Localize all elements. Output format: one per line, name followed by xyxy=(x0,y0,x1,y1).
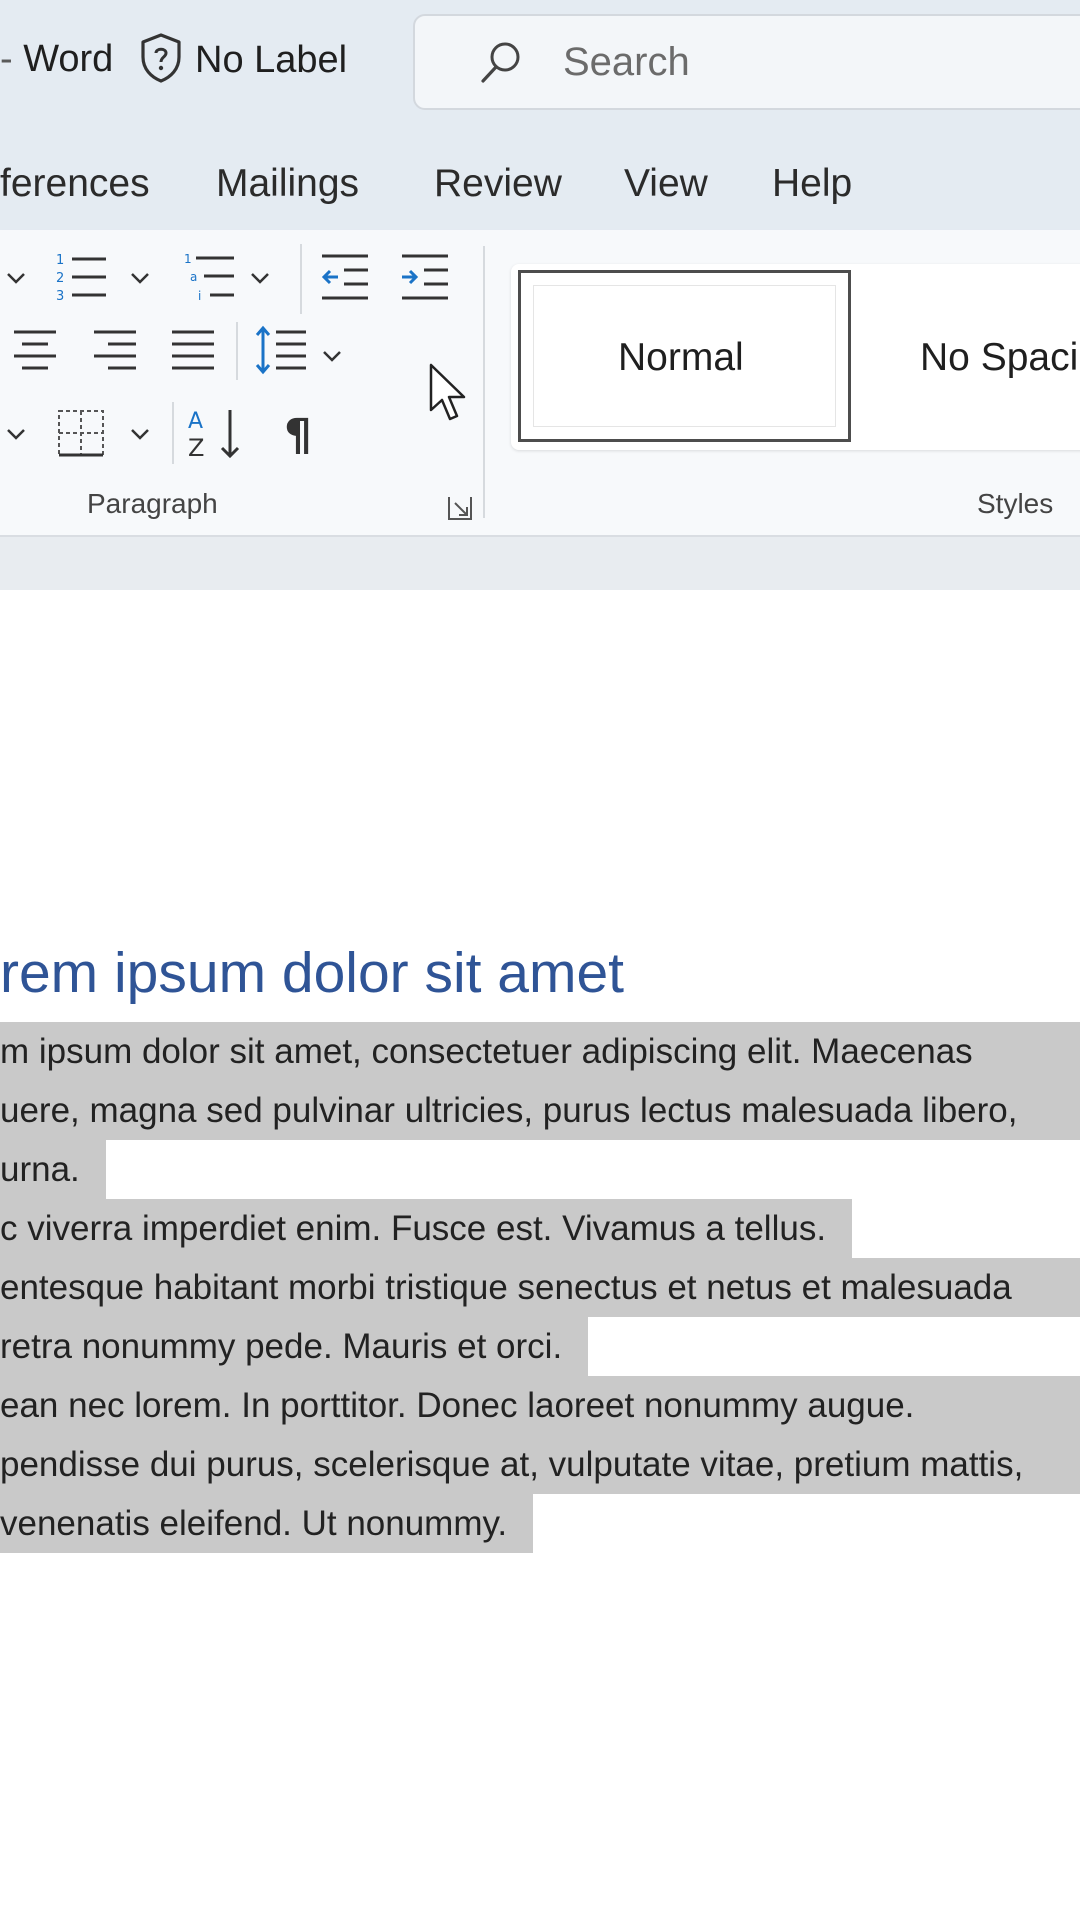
numbering-icon[interactable]: 1 2 3 xyxy=(54,250,108,304)
title-bar: - Word No Label Search xyxy=(0,0,1080,120)
multilevel-list-icon[interactable]: 1 a i xyxy=(182,250,236,304)
app-name: - Word xyxy=(0,38,114,80)
mouse-pointer-icon xyxy=(428,362,468,429)
svg-text:i: i xyxy=(198,289,201,303)
sensitivity-label-text: No Label xyxy=(195,38,348,81)
text-line: ean nec lorem. In porttitor. Donec laore… xyxy=(0,1376,1080,1435)
text-line: venenatis eleifend. Ut nonummy. xyxy=(0,1494,1080,1553)
selected-paragraph[interactable]: m ipsum dolor sit amet, consectetuer adi… xyxy=(0,1022,1080,1553)
search-placeholder: Search xyxy=(563,40,690,84)
text-line: c viverra imperdiet enim. Fusce est. Viv… xyxy=(0,1199,1080,1258)
line-spacing-dropdown-icon[interactable] xyxy=(320,344,344,368)
search-box[interactable]: Search xyxy=(413,14,1080,110)
text-line: urna. xyxy=(0,1140,1080,1199)
pilcrow-icon[interactable]: ¶ xyxy=(282,410,322,458)
ribbon-bottom-band xyxy=(0,537,1080,590)
text-line: entesque habitant morbi tristique senect… xyxy=(0,1258,1080,1317)
line-spacing-icon[interactable] xyxy=(254,324,308,376)
borders-dropdown-icon[interactable] xyxy=(128,422,152,446)
decrease-indent-icon[interactable] xyxy=(318,250,372,304)
shading-dropdown-icon[interactable] xyxy=(4,422,28,446)
style-no-spacing[interactable]: No Spacin xyxy=(920,336,1080,380)
separator xyxy=(172,402,174,464)
numbering-dropdown-icon[interactable] xyxy=(128,266,152,290)
text-line: retra nonummy pede. Mauris et orci. xyxy=(0,1317,1080,1376)
svg-text:3: 3 xyxy=(56,289,64,304)
document-page[interactable]: rem ipsum dolor sit amet m ipsum dolor s… xyxy=(0,590,1080,1920)
paragraph-group-label: Paragraph xyxy=(87,488,218,519)
dialog-launcher-icon[interactable] xyxy=(446,494,474,522)
tab-mailings[interactable]: Mailings xyxy=(216,162,359,206)
ribbon-tab-bar: ferences Mailings Review View Help xyxy=(0,120,1080,230)
text-line: m ipsum dolor sit amet, consectetuer adi… xyxy=(0,1022,1080,1081)
svg-text:2: 2 xyxy=(56,271,64,286)
borders-icon[interactable] xyxy=(56,408,106,458)
svg-text:Z: Z xyxy=(188,434,204,462)
align-center-icon[interactable] xyxy=(12,326,58,372)
tab-view[interactable]: View xyxy=(624,162,708,206)
text-line: uere, magna sed pulvinar ultricies, puru… xyxy=(0,1081,1080,1140)
tab-references[interactable]: ferences xyxy=(0,162,150,206)
svg-text:¶: ¶ xyxy=(284,410,312,458)
style-normal-label: Normal xyxy=(618,336,744,379)
svg-text:A: A xyxy=(188,409,203,434)
sensitivity-label-button[interactable]: No Label xyxy=(137,32,347,88)
sort-icon[interactable]: A Z xyxy=(186,406,244,462)
shield-icon xyxy=(137,32,185,89)
svg-text:a: a xyxy=(190,270,197,284)
styles-group-label: Styles xyxy=(977,488,1054,519)
svg-text:1: 1 xyxy=(184,252,192,266)
tab-review[interactable]: Review xyxy=(434,162,562,206)
separator xyxy=(236,322,238,380)
align-right-icon[interactable] xyxy=(92,326,138,372)
justify-icon[interactable] xyxy=(170,326,216,372)
document-heading[interactable]: rem ipsum dolor sit amet xyxy=(0,940,624,1006)
group-separator xyxy=(483,246,485,518)
text-line: pendisse dui purus, scelerisque at, vulp… xyxy=(0,1435,1080,1494)
separator xyxy=(300,244,302,314)
increase-indent-icon[interactable] xyxy=(398,250,452,304)
multilevel-dropdown-icon[interactable] xyxy=(248,266,272,290)
svg-text:1: 1 xyxy=(56,253,64,268)
ribbon-home: 1 2 3 1 a i A Z ¶ Paragraph Normal No Sp… xyxy=(0,230,1080,537)
bullets-dropdown-icon[interactable] xyxy=(4,266,28,290)
tab-help[interactable]: Help xyxy=(772,162,852,206)
